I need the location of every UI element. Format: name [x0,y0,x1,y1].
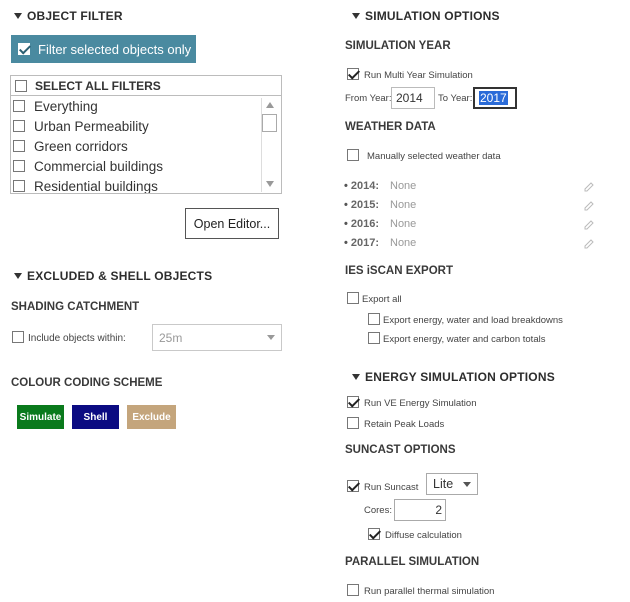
to-year-label: To Year: [438,93,473,104]
object-filter-heading[interactable]: OBJECT FILTER [14,9,123,23]
simulate-swatch[interactable]: Simulate [17,405,64,429]
filter-selected-checkbox[interactable] [18,43,30,55]
manual-weather-row[interactable]: Manually selected weather data [347,149,501,162]
export-carbon-checkbox[interactable] [368,332,380,344]
select-all-checkbox[interactable] [15,79,27,92]
open-editor-button[interactable]: Open Editor... [185,208,279,239]
simulation-options-heading[interactable]: SIMULATION OPTIONS [352,9,500,23]
export-all-checkbox[interactable] [347,292,359,304]
filter-item-everything[interactable]: Everything [11,96,281,116]
simulation-year-heading: SIMULATION YEAR [345,40,451,52]
include-objects-row[interactable]: Include objects within: [12,331,126,344]
suncast-heading: SUNCAST OPTIONS [345,444,456,456]
pencil-icon[interactable] [584,220,594,230]
scroll-thumb[interactable] [262,114,277,132]
to-year-input[interactable]: 2017 [473,87,517,109]
shell-swatch[interactable]: Shell [72,405,119,429]
collapse-triangle-icon [14,273,22,279]
run-parallel-row[interactable]: Run parallel thermal simulation [347,584,494,597]
run-ve-row[interactable]: Run VE Energy Simulation [347,396,476,409]
weather-row: • 2017: None [344,237,604,256]
export-energy-row[interactable]: Export energy, water and load breakdowns [368,313,563,326]
include-objects-checkbox[interactable] [12,331,24,343]
collapse-triangle-icon [14,13,22,19]
pencil-icon[interactable] [584,182,594,192]
retain-peak-checkbox[interactable] [347,417,359,429]
manual-weather-checkbox[interactable] [347,149,359,161]
run-parallel-checkbox[interactable] [347,584,359,596]
weather-list: • 2014: None • 2015: None • 2016: None •… [344,180,604,256]
filter-item-residential-buildings[interactable]: Residential buildings [11,176,281,193]
multi-year-checkbox[interactable] [347,68,359,80]
collapse-triangle-icon [352,13,360,19]
colour-coding-heading: COLOUR CODING SCHEME [11,377,163,389]
filter-list: SELECT ALL FILTERS Everything Urban Perm… [10,75,282,194]
catchment-distance-dropdown[interactable]: 25m [152,324,282,351]
energy-simulation-heading[interactable]: ENERGY SIMULATION OPTIONS [352,370,555,384]
filter-item-commercial-buildings[interactable]: Commercial buildings [11,156,281,176]
weather-row: • 2014: None [344,180,604,199]
diffuse-row[interactable]: Diffuse calculation [368,528,462,541]
filter-item-green-corridors[interactable]: Green corridors [11,136,281,156]
ies-export-heading: IES iSCAN EXPORT [345,265,453,277]
from-year-input[interactable]: 2014 [391,87,435,109]
weather-row: • 2015: None [344,199,604,218]
exclude-swatch[interactable]: Exclude [127,405,176,429]
retain-peak-row[interactable]: Retain Peak Loads [347,417,444,430]
run-suncast-row[interactable]: Run Suncast [347,480,418,493]
weather-data-heading: WEATHER DATA [345,121,436,133]
parallel-simulation-heading: PARALLEL SIMULATION [345,556,480,568]
weather-row: • 2016: None [344,218,604,237]
export-all-row[interactable]: Export all [347,292,402,305]
filter-checkbox[interactable] [13,140,25,152]
filter-item-urban-permeability[interactable]: Urban Permeability [11,116,281,136]
shading-catchment-heading: SHADING CATCHMENT [11,301,140,313]
diffuse-checkbox[interactable] [368,528,380,540]
run-suncast-checkbox[interactable] [347,480,359,492]
select-all-filters-row[interactable]: SELECT ALL FILTERS [11,76,281,96]
chevron-down-icon [463,481,471,487]
from-year-label: From Year: [345,93,392,104]
collapse-triangle-icon [352,374,360,380]
export-energy-checkbox[interactable] [368,313,380,325]
scroll-up-arrow-icon[interactable] [266,102,274,108]
filter-checkbox[interactable] [13,160,25,172]
scroll-down-arrow-icon[interactable] [266,181,274,187]
filter-items: Everything Urban Permeability Green corr… [11,96,281,193]
filter-checkbox[interactable] [13,100,25,112]
run-ve-checkbox[interactable] [347,396,359,408]
chevron-down-icon [267,335,275,340]
cores-label: Cores: [364,505,392,516]
excluded-shell-heading[interactable]: EXCLUDED & SHELL OBJECTS [14,269,212,283]
export-carbon-row[interactable]: Export energy, water and carbon totals [368,332,545,345]
pencil-icon[interactable] [584,201,594,211]
suncast-mode-dropdown[interactable]: Lite [426,473,478,495]
filter-list-scrollbar[interactable] [261,98,277,192]
filter-selected-toggle[interactable]: Filter selected objects only [11,35,196,63]
multi-year-row[interactable]: Run Multi Year Simulation [347,68,473,81]
filter-checkbox[interactable] [13,180,25,192]
pencil-icon[interactable] [584,239,594,249]
filter-checkbox[interactable] [13,120,25,132]
cores-input[interactable]: 2 [394,499,446,521]
